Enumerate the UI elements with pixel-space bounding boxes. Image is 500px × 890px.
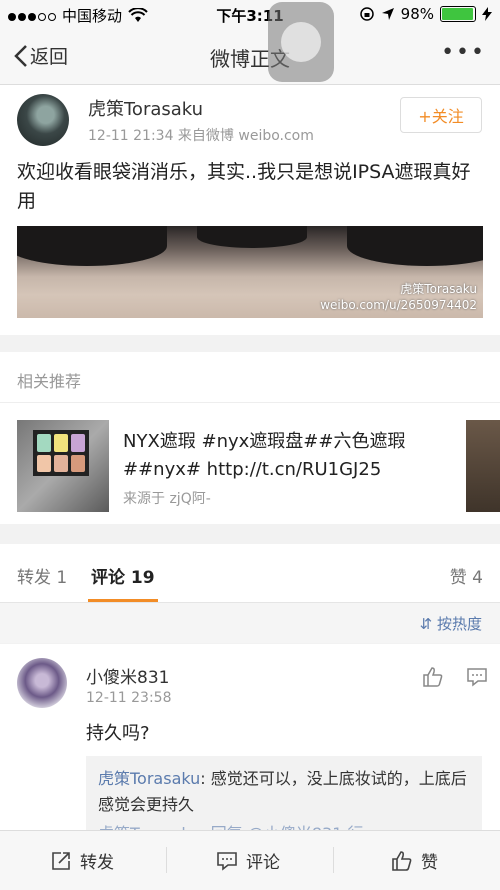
repost-label: 转发 — [80, 853, 114, 873]
comment-label: 评论 — [246, 853, 280, 873]
recommend-source: 来源于 zjQ阿- — [123, 491, 211, 507]
commenter-avatar[interactable] — [17, 658, 67, 708]
watermark-name: 虎策Torasaku — [400, 282, 477, 296]
related-recommendations: 相关推荐 NYX遮瑕 #nyx遮瑕盘##六色遮瑕##nyx# http://t.… — [0, 352, 500, 524]
tab-repost[interactable]: 转发 1 — [17, 563, 67, 588]
like-button[interactable]: 赞 — [391, 848, 438, 873]
bottom-action-bar: 转发 评论 赞 — [0, 830, 500, 890]
sort-bar: ⇵ 按热度 — [0, 603, 500, 643]
sort-by-hot-button[interactable]: ⇵ 按热度 — [420, 613, 482, 634]
navigation-bar: 返回 微博正文 ••• — [0, 30, 500, 85]
reply-icon[interactable] — [466, 666, 488, 688]
assistive-touch-button[interactable] — [268, 2, 334, 82]
reply-thread[interactable]: 虎策Torasaku: 感觉还可以，没上底妆试的，上底后感觉会更持久 虎策Tor… — [86, 756, 482, 836]
thumbs-up-icon — [392, 850, 412, 871]
repost-icon — [52, 851, 70, 870]
author-avatar[interactable] — [17, 94, 69, 146]
more-icon[interactable]: ••• — [441, 40, 486, 65]
recommend-text[interactable]: NYX遮瑕 #nyx遮瑕盘##六色遮瑕##nyx# http://t.cn/RU… — [123, 428, 433, 484]
comment-text: 持久吗? — [86, 723, 150, 744]
thumbs-up-icon[interactable] — [422, 666, 444, 688]
watermark-url: weibo.com/u/2650974402 — [320, 298, 477, 312]
battery-percent: 98% — [400, 5, 434, 23]
active-tab-indicator — [88, 599, 158, 602]
repost-button[interactable]: 转发 — [50, 848, 114, 873]
post-image[interactable]: 虎策Torasaku weibo.com/u/2650974402 — [17, 226, 483, 318]
charging-icon — [482, 7, 492, 21]
tab-likes[interactable]: 赞 4 — [450, 563, 483, 588]
battery-icon — [440, 6, 476, 22]
sort-icon: ⇵ — [419, 615, 433, 633]
comment-button[interactable]: 评论 — [216, 848, 280, 873]
reply-author[interactable]: 虎策Torasaku — [98, 769, 200, 788]
post-meta: 12-11 21:34 来自微博 weibo.com — [88, 128, 314, 144]
page-title: 微博正文 — [210, 47, 290, 71]
post-text: 欢迎收看眼袋消消乐，其实..我只是想说IPSA遮瑕真好用 — [17, 161, 471, 212]
follow-button[interactable]: +关注 — [400, 97, 482, 133]
author-name[interactable]: 虎策Torasaku — [88, 95, 203, 121]
tab-comments[interactable]: 评论 19 — [91, 563, 155, 588]
commenter-name[interactable]: 小傻米831 — [86, 663, 169, 688]
like-label: 赞 — [421, 853, 438, 873]
comment-item: 小傻米831 12-11 23:58 持久吗? 虎策Torasaku: 感觉还可… — [0, 644, 500, 836]
location-icon — [381, 8, 394, 20]
recommend-thumbnail-next[interactable] — [466, 420, 500, 512]
sort-label: 按热度 — [436, 615, 482, 633]
weibo-post: 虎策Torasaku 12-11 21:34 来自微博 weibo.com +关… — [0, 85, 500, 335]
status-bar: 中国移动 下午3:11 98% — [0, 0, 500, 30]
comment-time: 12-11 23:58 — [86, 690, 172, 706]
comment-icon — [217, 851, 237, 871]
section-header: 相关推荐 — [17, 372, 82, 391]
recommend-thumbnail[interactable] — [17, 420, 109, 512]
tab-bar: 转发 1 评论 19 赞 4 — [0, 544, 500, 603]
rotation-lock-icon — [359, 7, 374, 21]
